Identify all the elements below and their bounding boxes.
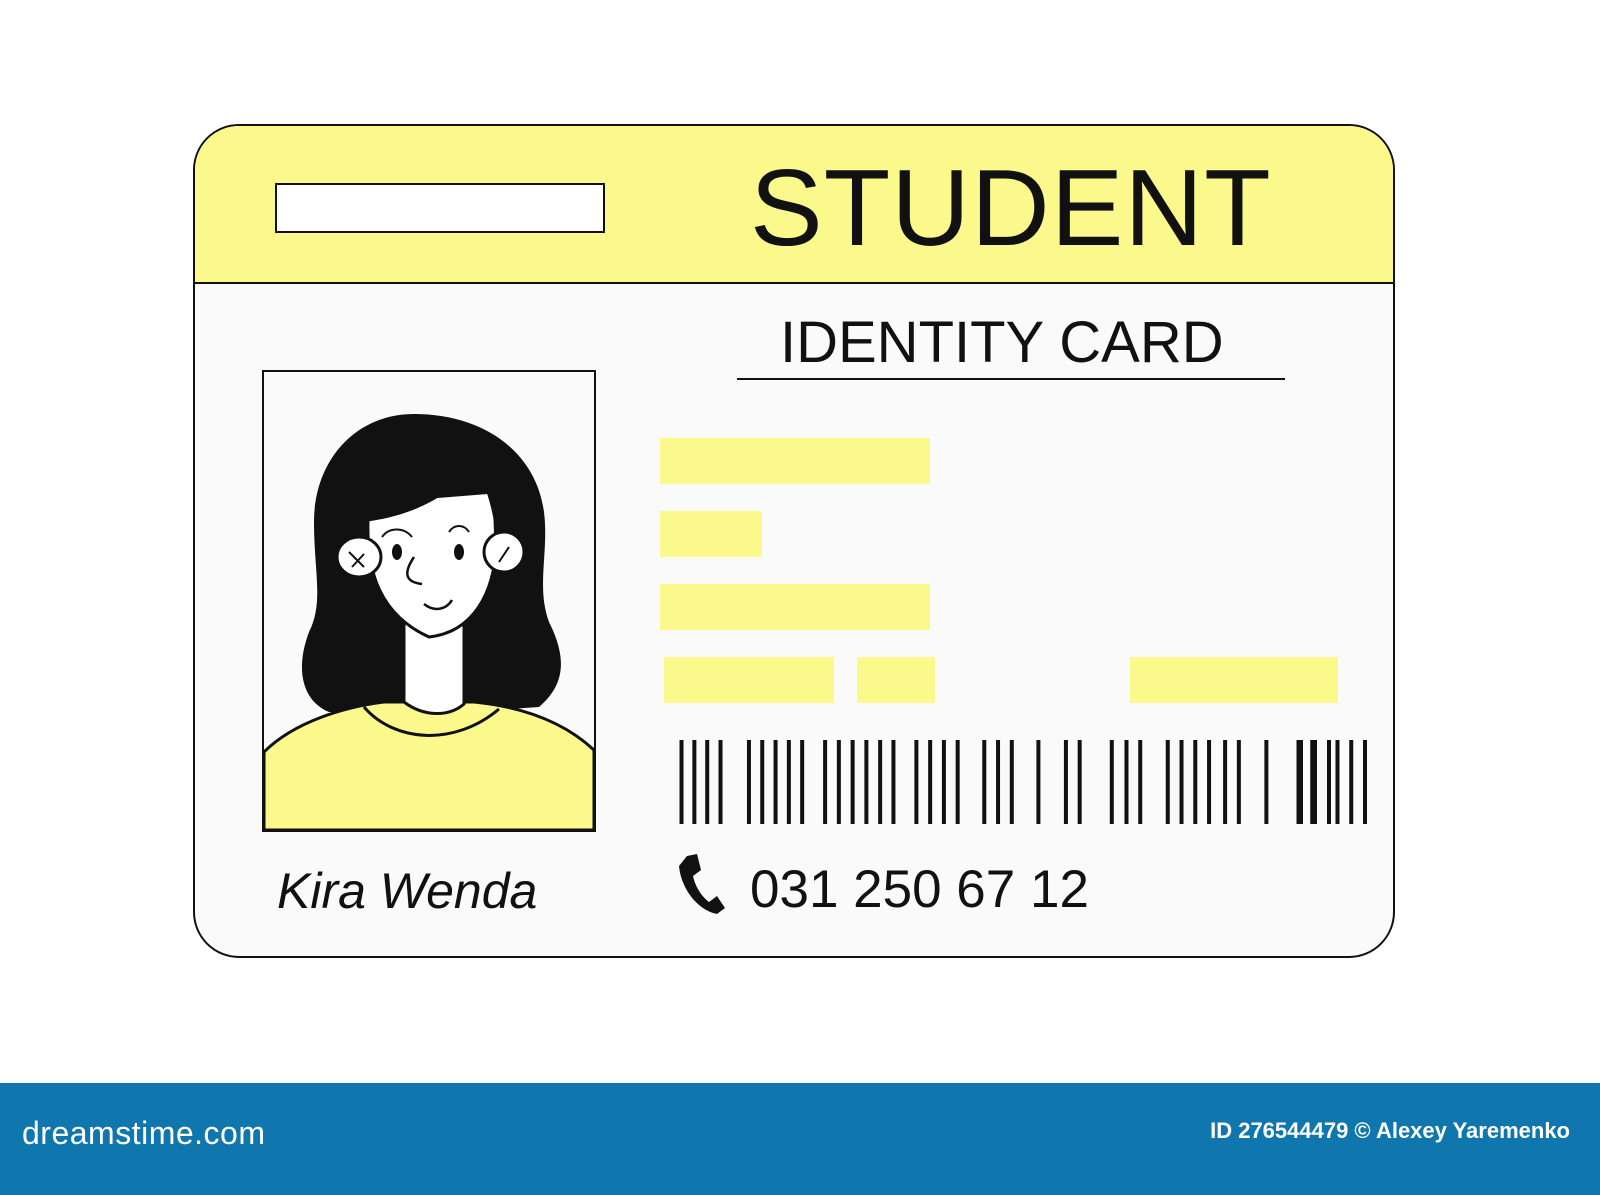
phone-icon: [679, 854, 725, 914]
barcode-bar: [1179, 740, 1184, 824]
barcode-bar: [955, 740, 960, 824]
barcode-bar: [1335, 740, 1340, 824]
phone-number: 031 250 67 12: [750, 860, 1089, 919]
barcode-bar: [1009, 740, 1014, 824]
barcode-bar: [800, 740, 805, 824]
barcode: [679, 740, 1368, 824]
barcode-bar: [1109, 740, 1114, 824]
barcode-bar: [760, 740, 765, 824]
barcode-bar: [1077, 740, 1082, 824]
barcode-bar: [928, 740, 933, 824]
barcode-bar: [1264, 740, 1269, 824]
barcode-bar: [914, 740, 919, 824]
barcode-bar: [1063, 740, 1068, 824]
image-credit: ID 276544479 © Alexey Yaremenko: [1210, 1118, 1570, 1143]
barcode-bar: [1223, 740, 1228, 824]
barcode-bar: [679, 740, 684, 824]
barcode-bar: [705, 740, 710, 824]
barcode-bar: [718, 740, 723, 824]
student-id-card: STUDENT IDENTITY CARD Kira Wenda 031 250…: [193, 124, 1395, 958]
barcode-bar: [786, 740, 791, 824]
barcode-bar: [746, 740, 751, 824]
barcode-bar: [1165, 740, 1170, 824]
barcode-bar: [982, 740, 987, 824]
barcode-bar: [692, 740, 697, 824]
barcode-bar: [1138, 740, 1143, 824]
barcode-bar: [1207, 740, 1212, 824]
barcode-bar: [1124, 740, 1129, 824]
student-name: Kira Wenda: [277, 863, 538, 919]
barcode-bar: [941, 740, 946, 824]
barcode-bar: [1327, 740, 1331, 824]
dreamstime-logo: dreamstime.com: [22, 1115, 266, 1151]
barcode-bar: [850, 740, 855, 824]
barcode-bar: [864, 740, 869, 824]
barcode-bar: [891, 740, 896, 824]
barcode-bar: [1193, 740, 1198, 824]
barcode-bar: [996, 740, 1001, 824]
watermark-footer: dreamstime.com ID 276544479 © Alexey Yar…: [0, 1083, 1600, 1195]
barcode-bar: [773, 740, 778, 824]
barcode-bar: [1363, 740, 1368, 824]
barcode-bar: [1299, 740, 1303, 824]
barcode-bar: [1349, 740, 1354, 824]
barcode-bar: [1236, 740, 1241, 824]
barcode-bar: [1036, 740, 1041, 824]
barcode-bar: [836, 740, 841, 824]
barcode-bar: [1313, 740, 1317, 824]
barcode-bar: [823, 740, 828, 824]
barcode-bar: [878, 740, 883, 824]
